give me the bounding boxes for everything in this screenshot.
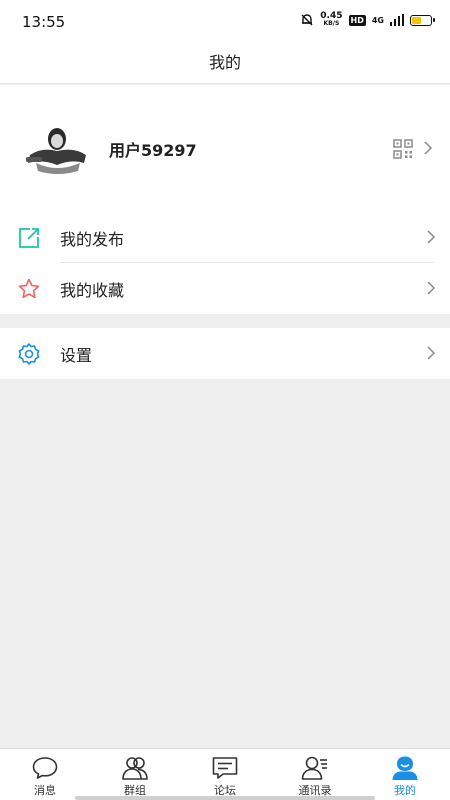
- chevron-right-icon: [427, 346, 436, 360]
- signal-icon: [390, 14, 404, 26]
- menu-item-label: 我的收藏: [60, 281, 125, 300]
- forum-icon: [212, 757, 238, 779]
- menu-item-label: 设置: [60, 346, 93, 365]
- gear-icon: [18, 343, 40, 365]
- share-icon: [19, 228, 39, 248]
- hd-badge: HD: [348, 14, 366, 26]
- battery-level: [412, 16, 421, 24]
- tab-me[interactable]: 我的: [360, 749, 450, 800]
- chevron-right-icon: [427, 230, 436, 244]
- profile-icon: [392, 756, 418, 780]
- menu-group-content: 我的发布 我的收藏: [0, 212, 450, 314]
- network-speed-unit: KB/S: [323, 20, 340, 27]
- avatar[interactable]: [22, 123, 92, 177]
- username: 用户59297: [109, 141, 197, 160]
- network-speed: 0.45 KB/S: [320, 12, 342, 28]
- mute-bell-icon: [301, 14, 313, 26]
- star-icon: [18, 278, 40, 299]
- qr-code-icon[interactable]: [393, 139, 413, 159]
- menu-item-my-favorites[interactable]: 我的收藏: [0, 263, 450, 314]
- group-icon: [122, 757, 148, 780]
- contacts-icon: [301, 756, 327, 780]
- status-time: 13:55: [22, 13, 66, 31]
- menu-item-label: 我的发布: [60, 230, 125, 249]
- status-bar: 13:55 0.45 KB/S HD 4G: [0, 0, 450, 44]
- tab-forum[interactable]: 论坛: [180, 749, 270, 800]
- bottom-tab-bar: 消息 群组 论坛 通讯录 我的: [0, 748, 450, 800]
- chevron-right-icon: [424, 141, 433, 155]
- home-indicator: [75, 796, 375, 800]
- tab-contacts[interactable]: 通讯录: [270, 749, 360, 800]
- profile-card[interactable]: 用户59297: [0, 85, 450, 212]
- chat-bubble-icon: [32, 757, 58, 779]
- tab-messages[interactable]: 消息: [0, 749, 90, 800]
- menu-item-settings[interactable]: 设置: [0, 328, 450, 379]
- title-bar: 我的: [0, 44, 450, 84]
- chevron-right-icon: [427, 281, 436, 295]
- status-icons: 0.45 KB/S HD 4G: [300, 12, 435, 28]
- page-title: 我的: [208, 53, 241, 72]
- menu-group-settings: 设置: [0, 328, 450, 379]
- menu-item-my-posts[interactable]: 我的发布: [0, 212, 450, 263]
- network-type: 4G: [371, 15, 384, 25]
- battery-icon: [410, 14, 435, 26]
- tab-groups[interactable]: 群组: [90, 749, 180, 800]
